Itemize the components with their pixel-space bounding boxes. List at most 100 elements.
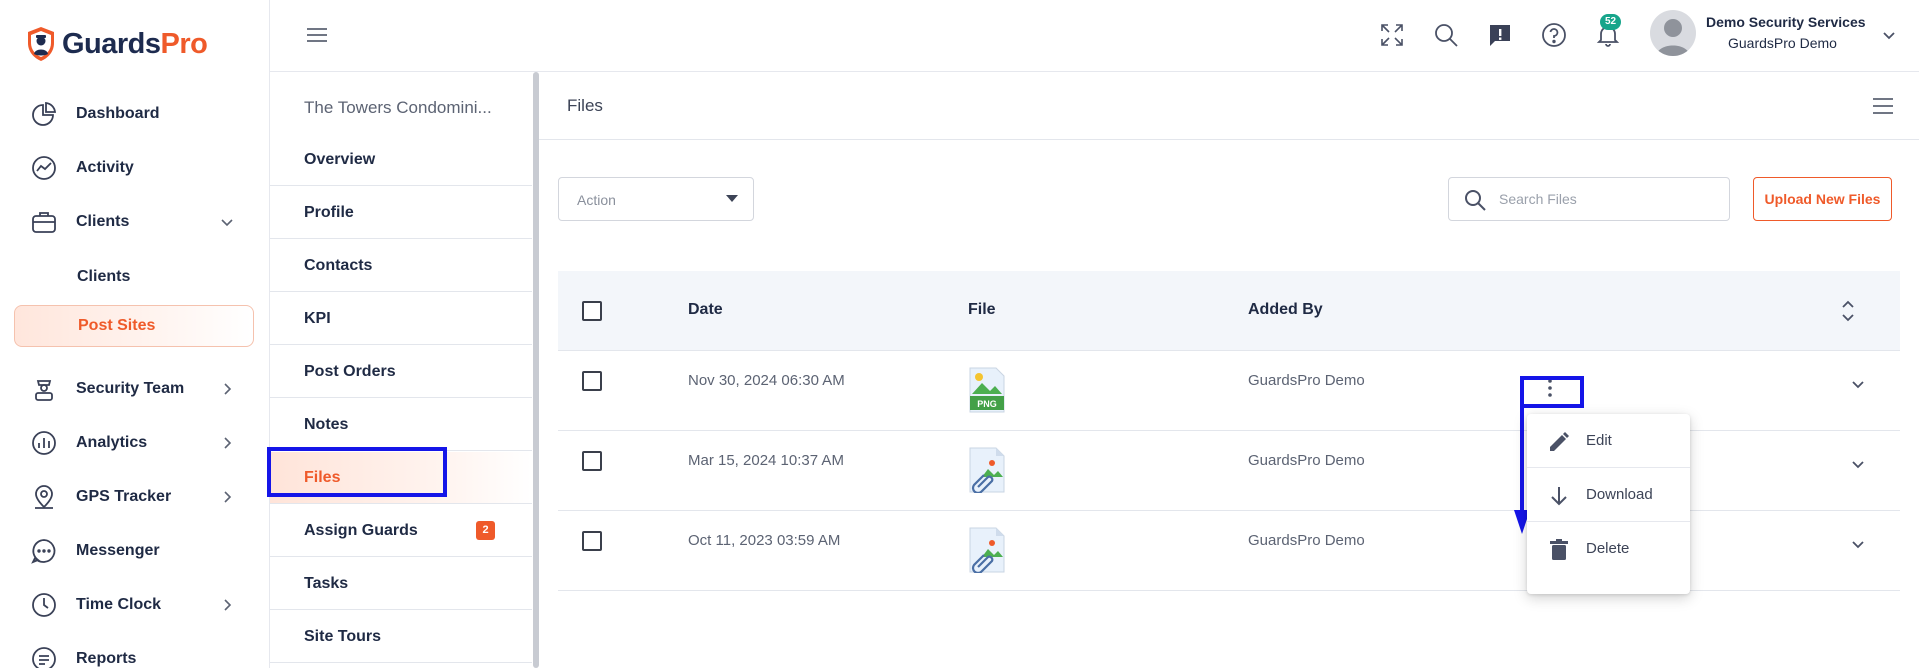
nav-label: Clients	[76, 213, 130, 230]
action-placeholder: Action	[577, 192, 616, 208]
nav-analytics[interactable]: Analytics	[0, 421, 270, 465]
nav-sub-clients[interactable]: Clients	[0, 257, 270, 297]
nav-sub-post-sites[interactable]: Post Sites	[14, 305, 254, 347]
user-avatar[interactable]	[1650, 10, 1696, 56]
search-files-input[interactable]	[1499, 188, 1719, 210]
site-menu-site-tours[interactable]: Site Tours	[270, 611, 532, 663]
site-menu-notes[interactable]: Notes	[270, 399, 532, 451]
row-checkbox[interactable]	[582, 451, 602, 471]
table-header: Date File Added By	[558, 271, 1900, 351]
nav-messenger[interactable]: Messenger	[0, 529, 270, 573]
chevron-right-icon	[224, 491, 232, 503]
site-menu-kpi[interactable]: KPI	[270, 293, 532, 345]
chevron-down-icon[interactable]	[1849, 535, 1867, 553]
png-file-icon[interactable]: PNG	[968, 367, 1006, 413]
reports-icon	[32, 647, 56, 668]
briefcase-icon	[32, 212, 56, 233]
column-added-by[interactable]: Added By	[1248, 301, 1323, 319]
search-icon[interactable]	[1433, 22, 1459, 48]
analytics-icon	[32, 431, 56, 455]
site-menu-label: Overview	[304, 150, 376, 168]
nav-gps-tracker[interactable]: GPS Tracker	[0, 475, 270, 519]
site-menu-overview[interactable]: Overview	[270, 134, 532, 186]
action-dropdown[interactable]: Action	[558, 177, 754, 221]
row-date: Nov 30, 2024 06:30 AM	[688, 372, 845, 389]
list-menu-icon[interactable]	[1871, 96, 1895, 116]
sort-icon[interactable]	[1840, 298, 1856, 324]
row-added-by: GuardsPro Demo	[1248, 452, 1365, 469]
user-silhouette-icon	[1656, 19, 1690, 56]
chevron-right-icon	[224, 599, 232, 611]
nav-reports[interactable]: Reports	[0, 637, 270, 668]
nav-activity[interactable]: Activity	[0, 146, 270, 190]
table-row[interactable]: Mar 15, 2024 10:37 AM GuardsPro Demo	[558, 431, 1900, 511]
assign-guards-count-badge: 2	[476, 521, 495, 540]
row-added-by: GuardsPro Demo	[1248, 372, 1365, 389]
site-menu-profile[interactable]: Profile	[270, 187, 532, 239]
site-menu-label: Notes	[304, 415, 349, 433]
files-highlight-box	[267, 447, 447, 497]
menu-item-delete[interactable]: Delete	[1527, 522, 1690, 576]
nav-label: Time Clock	[76, 596, 162, 613]
nav-label: Clients	[77, 268, 131, 285]
search-icon	[1465, 190, 1486, 211]
shield-logo-icon	[28, 27, 54, 61]
actions-highlight-box	[1520, 376, 1584, 408]
site-menu-post-orders[interactable]: Post Orders	[270, 346, 532, 398]
site-menu-label: Post Orders	[304, 362, 396, 380]
site-menu-assign-guards[interactable]: Assign Guards 2	[270, 505, 532, 557]
menu-item-label: Edit	[1586, 432, 1612, 449]
brand-name: GuardsPro	[62, 27, 208, 60]
caret-down-icon	[726, 195, 738, 202]
fullscreen-icon[interactable]	[1379, 22, 1405, 48]
nav-clients[interactable]: Clients	[0, 200, 270, 244]
nav-label: Analytics	[76, 434, 148, 451]
menu-item-edit[interactable]: Edit	[1527, 414, 1690, 468]
search-files-box	[1448, 177, 1730, 221]
chevron-right-icon	[224, 437, 232, 449]
row-checkbox[interactable]	[582, 371, 602, 391]
pencil-icon	[1550, 432, 1569, 451]
chevron-down-icon[interactable]	[1880, 26, 1898, 44]
menu-item-label: Delete	[1586, 540, 1630, 557]
sidebar: GuardsPro Dashboard Activity Clients Cli…	[0, 0, 270, 668]
table-row[interactable]: Nov 30, 2024 06:30 AM PNG GuardsPro Demo	[558, 351, 1900, 431]
hamburger-menu-icon[interactable]	[306, 24, 328, 46]
notification-count-badge: 52	[1600, 14, 1622, 30]
files-panel: Files Action Upload New Files Date File …	[539, 72, 1919, 668]
nav-dashboard[interactable]: Dashboard	[0, 92, 270, 136]
brand-logo[interactable]: GuardsPro	[26, 24, 208, 64]
nav-label: GPS Tracker	[76, 488, 172, 505]
site-menu-tasks[interactable]: Tasks	[270, 558, 532, 610]
row-checkbox[interactable]	[582, 531, 602, 551]
guard-icon	[35, 380, 53, 401]
page-title: Files	[567, 96, 603, 115]
trash-icon	[1550, 539, 1568, 560]
select-all-checkbox[interactable]	[582, 301, 602, 321]
feedback-icon[interactable]	[1487, 22, 1513, 48]
column-file[interactable]: File	[968, 301, 996, 319]
site-title: The Towers Condomini...	[304, 98, 492, 117]
attachment-image-icon[interactable]	[968, 447, 1006, 493]
menu-item-download[interactable]: Download	[1527, 468, 1690, 522]
site-submenu: The Towers Condomini... Overview Profile…	[270, 72, 539, 668]
upload-new-files-button[interactable]: Upload New Files	[1753, 177, 1892, 221]
row-date: Oct 11, 2023 03:59 AM	[688, 532, 841, 549]
annotation-arrow-line	[1520, 400, 1524, 510]
chevron-down-icon[interactable]	[1849, 455, 1867, 473]
site-menu-label: Site Tours	[304, 627, 382, 645]
files-header: Files	[539, 72, 1919, 140]
site-menu-contacts[interactable]: Contacts	[270, 240, 532, 292]
column-date[interactable]: Date	[688, 301, 723, 319]
location-icon	[35, 485, 53, 509]
nav-label: Activity	[76, 159, 134, 176]
help-icon[interactable]	[1541, 22, 1567, 48]
nav-time-clock[interactable]: Time Clock	[0, 583, 270, 627]
clock-icon	[32, 593, 56, 617]
table-row[interactable]: Oct 11, 2023 03:59 AM GuardsPro Demo	[558, 511, 1900, 591]
nav-security-team[interactable]: Security Team	[0, 367, 270, 411]
site-menu-label: Profile	[304, 203, 354, 221]
site-menu-label: Contacts	[304, 256, 373, 274]
attachment-image-icon[interactable]	[968, 527, 1006, 573]
chevron-down-icon[interactable]	[1849, 375, 1867, 393]
